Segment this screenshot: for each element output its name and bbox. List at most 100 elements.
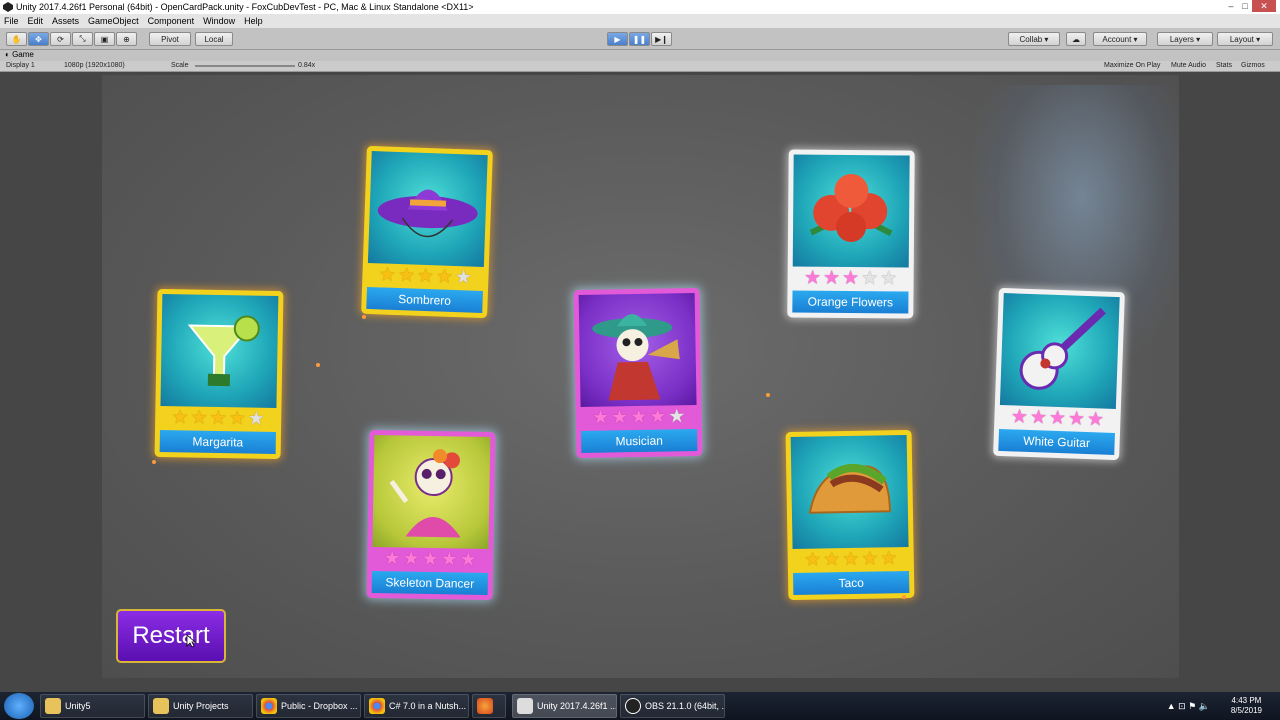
pause-icon: ❚❚ xyxy=(632,34,647,44)
stats-toggle[interactable]: Stats xyxy=(1216,62,1232,69)
star-rating: ★ ★ ★ ★ ★ xyxy=(793,547,909,573)
card-skeleton-dancer[interactable]: ★ ★ ★ ★ ★ Skeleton Dancer xyxy=(366,429,496,601)
menu-help[interactable]: Help xyxy=(244,16,263,26)
taskbar-clock[interactable]: 4:43 PM 8/5/2019 xyxy=(1231,696,1262,716)
card-orange-flowers[interactable]: ★ ★ ★ ★ ★ Orange Flowers xyxy=(787,149,915,319)
menu-component[interactable]: Component xyxy=(148,16,195,26)
menu-window[interactable]: Window xyxy=(203,16,235,26)
taskbar-item-chrome-csharp[interactable]: C# 7.0 in a Nutsh... xyxy=(364,694,469,718)
display-dropdown[interactable]: Display 1 xyxy=(6,62,35,69)
star-filled-icon: ★ xyxy=(841,267,860,290)
layout-dropdown[interactable]: Layout ▾ xyxy=(1217,32,1273,46)
star-empty-icon: ★ xyxy=(668,406,686,428)
account-label: Account xyxy=(1102,34,1132,44)
play-button[interactable]: ▶ xyxy=(607,32,628,46)
star-filled-icon: ★ xyxy=(378,264,397,286)
minimize-button[interactable]: – xyxy=(1224,0,1238,12)
step-icon: ▶❙ xyxy=(655,34,668,44)
maximize-button[interactable]: □ xyxy=(1238,0,1252,12)
taskbar-item-unity5[interactable]: Unity5 xyxy=(40,694,145,718)
card-name: Orange Flowers xyxy=(792,290,909,314)
layout-label: Layout xyxy=(1229,34,1254,44)
rotate-tool-button[interactable]: ⟳ xyxy=(50,32,71,46)
taskbar-label: Unity 2017.4.26f1 ... xyxy=(537,701,617,711)
step-button[interactable]: ▶❙ xyxy=(651,32,672,46)
unity-icon xyxy=(517,698,533,714)
star-filled-icon: ★ xyxy=(435,266,454,288)
scale-icon: ⤡ xyxy=(79,34,86,43)
close-button[interactable]: ✕ xyxy=(1252,0,1276,12)
musician-icon xyxy=(592,314,680,401)
maximize-on-play-toggle[interactable]: Maximize On Play xyxy=(1104,62,1160,69)
card-name: Sombrero xyxy=(366,286,483,313)
cloud-button[interactable]: ☁ xyxy=(1066,32,1086,46)
taskbar-item-firefox[interactable] xyxy=(472,694,506,718)
gizmos-dropdown[interactable]: Gizmos xyxy=(1241,62,1265,69)
taskbar-item-unity-projects[interactable]: Unity Projects xyxy=(148,694,253,718)
resolution-dropdown[interactable]: 1080p (1920x1080) xyxy=(64,62,125,69)
move-icon: ✥ xyxy=(35,34,42,44)
card-white-guitar[interactable]: ★ ★ ★ ★ ★ White Guitar xyxy=(993,287,1125,461)
star-filled-icon: ★ xyxy=(383,548,401,570)
card-sombrero[interactable]: ★ ★ ★ ★ ★ Sombrero xyxy=(361,145,493,319)
local-toggle[interactable]: Local xyxy=(195,32,233,46)
scale-slider[interactable] xyxy=(195,65,295,67)
folder-icon xyxy=(45,698,61,714)
star-filled-icon: ★ xyxy=(611,407,629,429)
star-empty-icon: ★ xyxy=(454,267,473,289)
pause-button[interactable]: ❚❚ xyxy=(629,32,650,46)
menu-edit[interactable]: Edit xyxy=(28,16,44,26)
chrome-icon xyxy=(261,698,277,714)
window-title: Unity 2017.4.26f1 Personal (64bit) - Ope… xyxy=(16,2,474,12)
taskbar-label: C# 7.0 in a Nutsh... xyxy=(389,701,467,711)
star-filled-icon: ★ xyxy=(842,548,860,571)
card-art xyxy=(790,434,909,550)
game-tab-icon: ◐ xyxy=(5,50,10,59)
spark-particle xyxy=(362,315,366,319)
card-musician[interactable]: ★ ★ ★ ★ ★ Musician xyxy=(573,287,703,459)
collab-button[interactable]: Collab ▾ xyxy=(1008,32,1060,46)
start-button[interactable] xyxy=(4,693,34,719)
star-filled-icon: ★ xyxy=(171,407,189,429)
menu-gameobject[interactable]: GameObject xyxy=(88,16,139,26)
menu-file[interactable]: File xyxy=(4,16,19,26)
scale-tool-button[interactable]: ⤡ xyxy=(72,32,93,46)
game-view-toolbar: Display 1 1080p (1920x1080) Scale 0.84x … xyxy=(0,61,1280,72)
rect-tool-button[interactable]: ▣ xyxy=(94,32,115,46)
pivot-toggle[interactable]: Pivot xyxy=(149,32,191,46)
card-art xyxy=(372,434,491,550)
star-filled-icon: ★ xyxy=(459,549,478,571)
game-viewport[interactable]: ★ ★ ★ ★ ★ Margarita ★ ★ ★ ★ ★ Sombrero ★… xyxy=(102,75,1179,678)
clock-time: 4:43 PM xyxy=(1231,696,1262,705)
move-tool-button[interactable]: ✥ xyxy=(28,32,49,46)
star-rating: ★ ★ ★ ★ ★ xyxy=(372,547,488,573)
card-taco[interactable]: ★ ★ ★ ★ ★ Taco xyxy=(785,429,915,601)
star-filled-icon: ★ xyxy=(1029,407,1048,429)
card-art xyxy=(367,151,488,268)
menu-assets[interactable]: Assets xyxy=(52,16,79,26)
hand-icon: ✋ xyxy=(11,34,22,44)
card-margarita[interactable]: ★ ★ ★ ★ ★ Margarita xyxy=(154,288,284,460)
chrome-icon xyxy=(369,698,385,714)
restart-button[interactable]: Restart xyxy=(116,609,226,663)
flag-icon: ⚑ xyxy=(1188,701,1197,711)
star-rating: ★ ★ ★ ★ ★ xyxy=(793,266,909,291)
card-name: Musician xyxy=(581,428,698,454)
mute-audio-toggle[interactable]: Mute Audio xyxy=(1171,62,1206,69)
hand-tool-button[interactable]: ✋ xyxy=(6,32,27,46)
star-filled-icon: ★ xyxy=(630,406,648,429)
skeleton-dancer-icon xyxy=(389,449,461,538)
star-empty-icon: ★ xyxy=(861,268,879,290)
account-dropdown[interactable]: Account ▾ xyxy=(1093,32,1147,46)
system-tray[interactable]: ▲ ⊡ ⚑ 🔈 xyxy=(1167,701,1210,712)
collab-label: Collab ▾ xyxy=(1019,34,1049,44)
card-name: Margarita xyxy=(159,429,276,455)
layers-dropdown[interactable]: Layers ▾ xyxy=(1157,32,1213,46)
transform-tool-button[interactable]: ⊕ xyxy=(116,32,137,46)
game-tab[interactable]: Game xyxy=(12,50,34,59)
taskbar-item-unity[interactable]: Unity 2017.4.26f1 ... xyxy=(512,694,617,718)
taskbar-item-obs[interactable]: OBS 21.1.0 (64bit, ... xyxy=(620,694,725,718)
star-rating: ★ ★ ★ ★ ★ xyxy=(160,406,276,432)
folder-icon xyxy=(153,698,169,714)
taskbar-item-chrome-dropbox[interactable]: Public - Dropbox ... xyxy=(256,694,361,718)
